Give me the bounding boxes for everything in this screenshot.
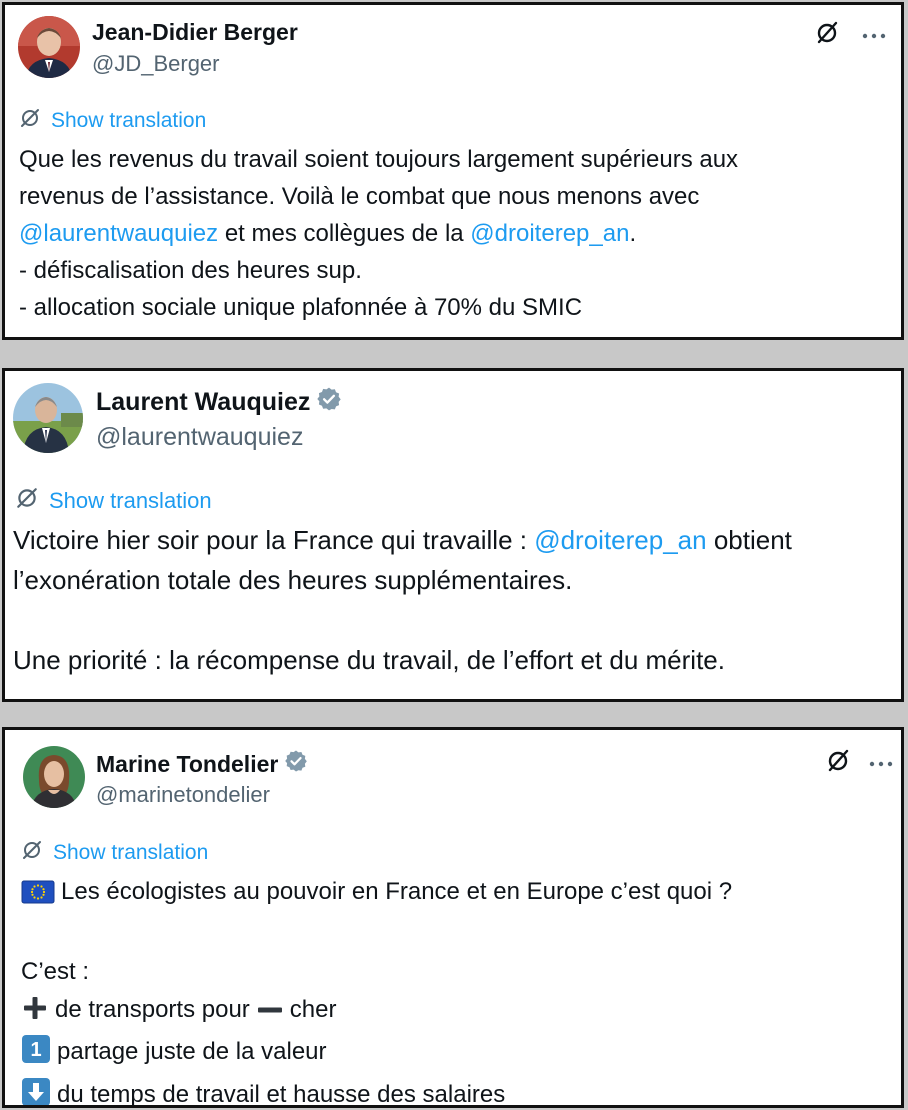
text-segment: et mes collègues de la xyxy=(218,220,471,247)
tweet-text: Victoire hier soir pour la France qui tr… xyxy=(13,520,792,680)
tweet-actions-top xyxy=(814,20,886,51)
text-segment: partage juste de la valeur xyxy=(57,1038,327,1065)
verified-badge-icon xyxy=(316,386,342,419)
author-name-row: Laurent Wauquiez xyxy=(96,386,342,419)
text-segment: Que les revenus du travail soient toujou… xyxy=(19,146,739,173)
author-name-row: Marine Tondelier xyxy=(96,749,308,779)
text-segment: - défiscalisation des heures sup. xyxy=(19,257,362,284)
eu-flag-emoji xyxy=(21,878,55,916)
translate-icon xyxy=(21,839,43,867)
show-translation-label[interactable]: Show translation xyxy=(53,841,208,865)
text-segment: Victoire hier soir pour la France qui tr… xyxy=(13,525,535,555)
down-arrow-emoji xyxy=(21,1077,51,1105)
avatar[interactable] xyxy=(23,746,85,808)
show-translation-link[interactable]: Show translation xyxy=(15,486,212,516)
show-translation-link[interactable]: Show translation xyxy=(19,107,206,135)
tweet-card-wauquiez[interactable]: Laurent Wauquiez @laurentwauquiez Show t… xyxy=(2,368,904,702)
tweet-line: Une priorité : la récompense du travail,… xyxy=(13,640,792,680)
avatar[interactable] xyxy=(18,16,80,78)
text-segment: de transports pour xyxy=(55,995,250,1023)
tweet-line: de transports pour cher xyxy=(21,991,732,1034)
minus-emoji xyxy=(256,994,284,1032)
author-name[interactable]: Marine Tondelier xyxy=(96,751,278,778)
text-segment: revenus de l’assistance. Voilà le combat… xyxy=(19,183,700,210)
author-handle[interactable]: @marinetondelier xyxy=(96,782,270,808)
svg-text:1: 1 xyxy=(30,1039,41,1061)
text-segment: - allocation sociale unique plafonnée à … xyxy=(19,294,583,321)
avatar[interactable] xyxy=(13,383,83,453)
translate-icon xyxy=(15,486,39,516)
author-handle[interactable]: @laurentwauquiez xyxy=(96,423,303,452)
author-handle[interactable]: @JD_Berger xyxy=(92,51,220,77)
show-translation-label[interactable]: Show translation xyxy=(51,109,206,133)
grok-icon[interactable] xyxy=(825,748,851,779)
author-name[interactable]: Jean-Didier Berger xyxy=(92,19,298,46)
show-translation-link[interactable]: Show translation xyxy=(21,839,208,867)
tweet-card-tondelier[interactable]: Marine Tondelier @marinetondelier Show t… xyxy=(2,727,904,1108)
text-segment: . xyxy=(629,220,637,247)
show-translation-label[interactable]: Show translation xyxy=(49,488,212,514)
tweet-line: 1 partage juste de la valeur xyxy=(21,1033,732,1076)
author-name[interactable]: Laurent Wauquiez xyxy=(96,388,310,417)
tweet-line: revenus de l’assistance. Voilà le combat… xyxy=(19,178,738,215)
tweet-line: Les écologistes au pouvoir en France et … xyxy=(21,873,732,916)
text-segment: obtient xyxy=(706,525,792,555)
more-icon[interactable] xyxy=(862,27,886,45)
mention-link[interactable]: @droiterep_an xyxy=(534,525,706,555)
tweet-line: - allocation sociale unique plafonnée à … xyxy=(19,289,738,326)
text-segment: du temps de travail et hausse des salair… xyxy=(57,1080,506,1108)
tweet-line: Victoire hier soir pour la France qui tr… xyxy=(13,520,792,560)
plus-emoji xyxy=(21,994,49,1034)
tweet-line: C’est : xyxy=(21,953,732,991)
tweet-text: Que les revenus du travail soient toujou… xyxy=(19,141,738,326)
text-segment: Les écologistes au pouvoir en France et … xyxy=(61,878,733,905)
text-segment: l’exonération totale des heures suppléme… xyxy=(13,565,573,595)
tweet-line: l’exonération totale des heures suppléme… xyxy=(13,560,792,600)
tweet-line: du temps de travail et hausse des salair… xyxy=(21,1076,732,1108)
keycap-1-emoji: 1 xyxy=(21,1034,51,1076)
grok-icon[interactable] xyxy=(814,20,840,51)
mention-link[interactable]: @droiterep_an xyxy=(470,220,629,247)
translate-icon xyxy=(19,107,41,135)
more-icon[interactable] xyxy=(869,755,893,773)
tweet-card-jd-berger[interactable]: Jean-Didier Berger @JD_Berger Show trans… xyxy=(2,2,904,340)
text-segment: C’est : xyxy=(21,958,90,985)
tweet-line: Que les revenus du travail soient toujou… xyxy=(19,141,738,178)
mention-link[interactable]: @laurentwauquiez xyxy=(19,220,218,247)
verified-badge-icon xyxy=(284,749,308,779)
tweet-line: @laurentwauquiez et mes collègues de la … xyxy=(19,215,738,252)
tweet-text: Les écologistes au pouvoir en France et … xyxy=(21,873,732,1108)
tweet-line: - défiscalisation des heures sup. xyxy=(19,252,738,289)
text-segment: cher xyxy=(289,995,337,1023)
text-segment: Une priorité : la récompense du travail,… xyxy=(13,645,725,675)
tweet-actions-top xyxy=(825,748,893,779)
author-name-row: Jean-Didier Berger xyxy=(92,19,298,46)
